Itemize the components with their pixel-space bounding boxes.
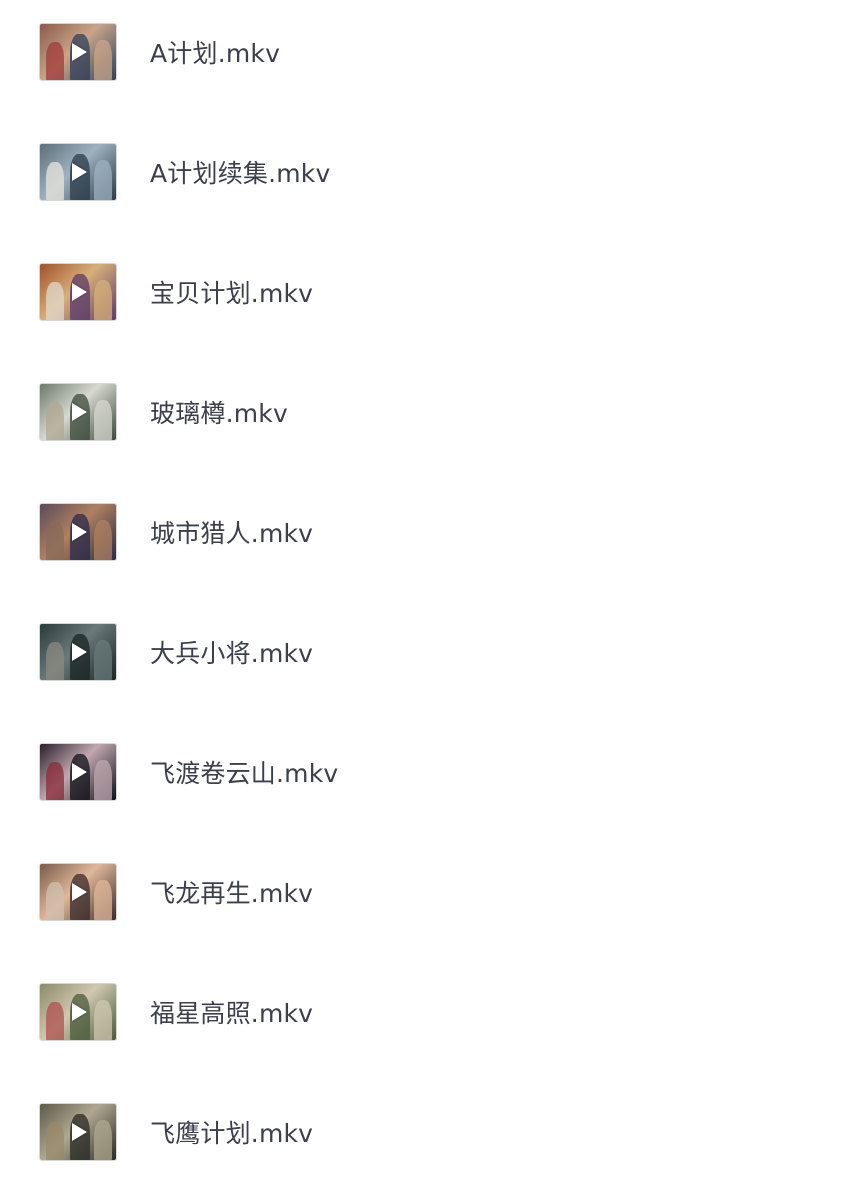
- file-row[interactable]: 玻璃樽.mkv: [0, 352, 846, 472]
- file-name[interactable]: 福星高照.mkv: [150, 994, 313, 1030]
- file-name[interactable]: A计划续集.mkv: [150, 154, 330, 190]
- play-icon: [72, 43, 87, 61]
- thumbnail-figure: [94, 880, 112, 920]
- thumbnail-figure: [94, 1120, 112, 1160]
- file-name[interactable]: 飞龙再生.mkv: [150, 874, 313, 910]
- thumbnail-figure: [94, 640, 112, 680]
- video-thumbnail[interactable]: [39, 23, 117, 81]
- video-thumbnail[interactable]: [39, 143, 117, 201]
- video-thumbnail[interactable]: [39, 503, 117, 561]
- thumbnail-figure: [46, 42, 64, 80]
- video-thumbnail[interactable]: [39, 623, 117, 681]
- thumbnail-figure: [94, 160, 112, 200]
- video-thumbnail[interactable]: [39, 263, 117, 321]
- file-row[interactable]: 宝贝计划.mkv: [0, 232, 846, 352]
- file-name[interactable]: 大兵小将.mkv: [150, 634, 313, 670]
- thumbnail-figure: [46, 1002, 64, 1040]
- video-thumbnail[interactable]: [39, 383, 117, 441]
- play-icon: [72, 883, 87, 901]
- play-icon: [72, 163, 87, 181]
- thumbnail-figure: [94, 760, 112, 800]
- thumbnail-figure: [46, 642, 64, 680]
- thumbnail-figure: [46, 522, 64, 560]
- play-icon: [72, 1123, 87, 1141]
- file-name[interactable]: 玻璃樽.mkv: [150, 394, 288, 430]
- file-row[interactable]: 飞龙再生.mkv: [0, 832, 846, 952]
- file-row[interactable]: A计划.mkv: [0, 0, 846, 112]
- file-name[interactable]: A计划.mkv: [150, 34, 280, 70]
- file-row[interactable]: 飞渡卷云山.mkv: [0, 712, 846, 832]
- thumbnail-figure: [94, 520, 112, 560]
- video-thumbnail[interactable]: [39, 743, 117, 801]
- play-icon: [72, 523, 87, 541]
- video-thumbnail[interactable]: [39, 863, 117, 921]
- video-thumbnail[interactable]: [39, 1103, 117, 1161]
- thumbnail-figure: [46, 162, 64, 200]
- thumbnail-figure: [94, 400, 112, 440]
- thumbnail-figure: [94, 40, 112, 80]
- file-row[interactable]: 大兵小将.mkv: [0, 592, 846, 712]
- thumbnail-figure: [94, 1000, 112, 1040]
- file-name[interactable]: 城市猎人.mkv: [150, 514, 313, 550]
- thumbnail-figure: [94, 280, 112, 320]
- thumbnail-figure: [46, 882, 64, 920]
- play-icon: [72, 283, 87, 301]
- thumbnail-figure: [46, 1122, 64, 1160]
- play-icon: [72, 403, 87, 421]
- video-thumbnail[interactable]: [39, 983, 117, 1041]
- play-icon: [72, 763, 87, 781]
- file-name[interactable]: 宝贝计划.mkv: [150, 274, 313, 310]
- thumbnail-figure: [46, 282, 64, 320]
- file-row[interactable]: A计划续集.mkv: [0, 112, 846, 232]
- file-list: A计划.mkv A计划续集.mkv 宝贝计划.mkv 玻璃樽.mkv 城市猎人.…: [0, 0, 846, 1200]
- play-icon: [72, 643, 87, 661]
- thumbnail-figure: [46, 402, 64, 440]
- thumbnail-figure: [46, 762, 64, 800]
- file-name[interactable]: 飞渡卷云山.mkv: [150, 754, 338, 790]
- file-row[interactable]: 飞鹰计划.mkv: [0, 1072, 846, 1192]
- file-row[interactable]: 福星高照.mkv: [0, 952, 846, 1072]
- play-icon: [72, 1003, 87, 1021]
- file-row[interactable]: 城市猎人.mkv: [0, 472, 846, 592]
- file-name[interactable]: 飞鹰计划.mkv: [150, 1114, 313, 1150]
